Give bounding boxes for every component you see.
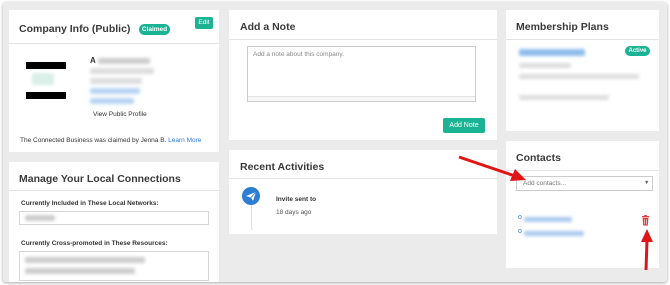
included-networks-label: Currently Included in These Local Networ…: [21, 200, 159, 207]
claimed-by-line: The Connected Business was claimed by Je…: [20, 137, 201, 144]
redacted-name-bar: [26, 62, 66, 69]
paper-plane-icon: [242, 187, 260, 205]
membership-detail-1-blurred: [519, 63, 571, 68]
view-public-profile-link[interactable]: View Public Profile: [93, 111, 147, 118]
crosspromoted-item-1-blurred: [25, 257, 145, 263]
activity-text: Invite sent to: [276, 196, 317, 203]
company-info-panel: Company Info (Public) Claimed Edit A Vie…: [9, 10, 219, 152]
contact-2-prefix: o: [518, 228, 522, 235]
membership-detail-3-blurred: [519, 95, 609, 100]
membership-plans-panel: Membership Plans Active: [506, 10, 659, 131]
profile-name-blurred: [98, 58, 150, 64]
edit-button[interactable]: Edit: [195, 17, 213, 29]
active-status-badge: Active: [625, 46, 650, 56]
profile-address-blurred: [90, 68, 154, 74]
profile-email-blurred[interactable]: [90, 98, 134, 104]
membership-plans-title: Membership Plans: [516, 21, 609, 33]
crosspromoted-item-2-blurred: [25, 268, 135, 274]
profile-website-blurred[interactable]: [90, 88, 140, 94]
add-contacts-select[interactable]: Add contacts... ▼: [516, 176, 653, 191]
contacts-panel: Contacts Add contacts... ▼ o o: [506, 141, 659, 268]
dashboard-frame: Company Info (Public) Claimed Edit A Vie…: [3, 2, 667, 282]
membership-detail-2-blurred: [519, 74, 639, 79]
trash-icon[interactable]: [641, 213, 650, 226]
local-connections-panel: Manage Your Local Connections Currently …: [9, 162, 219, 282]
add-contacts-placeholder: Add contacts...: [523, 180, 566, 187]
local-connections-title: Manage Your Local Connections: [19, 173, 181, 185]
crosspromoted-field[interactable]: [19, 251, 209, 281]
note-textarea[interactable]: Add a note about this company.: [247, 46, 476, 102]
learn-more-link[interactable]: Learn More: [168, 137, 201, 144]
contact-2-email-blurred: [524, 231, 584, 236]
contact-1-name-blurred: [524, 217, 572, 222]
contact-row-1[interactable]: o: [518, 214, 638, 225]
contact-1-prefix: o: [518, 214, 522, 221]
add-note-button[interactable]: Add Note: [443, 118, 485, 133]
note-placeholder: Add a note about this company.: [253, 51, 344, 58]
profile-name-initial: A: [90, 56, 96, 65]
crosspromoted-label: Currently Cross-promoted in These Resour…: [21, 240, 168, 247]
recent-activities-title: Recent Activities: [240, 161, 325, 173]
contacts-title: Contacts: [516, 152, 561, 164]
included-network-blurred: [25, 215, 55, 221]
redacted-address-bar: [26, 92, 66, 99]
company-logo-placeholder: [32, 73, 54, 85]
recent-activities-panel: Recent Activities Invite sent to 18 days…: [229, 150, 497, 234]
company-info-title: Company Info (Public): [19, 23, 131, 35]
contact-row-2[interactable]: o: [518, 228, 638, 239]
chevron-down-icon: ▼: [644, 180, 650, 186]
membership-plan-name-blurred[interactable]: [519, 49, 585, 56]
add-note-panel: Add a Note Add a note about this company…: [229, 10, 497, 140]
add-note-title: Add a Note: [240, 21, 296, 33]
claimed-by-text: The Connected Business was claimed by Je…: [20, 137, 167, 144]
profile-city-blurred: [90, 78, 142, 84]
activity-time: 18 days ago: [276, 209, 312, 216]
claimed-badge: Claimed: [139, 24, 170, 35]
textarea-resize-bar: [248, 96, 475, 101]
